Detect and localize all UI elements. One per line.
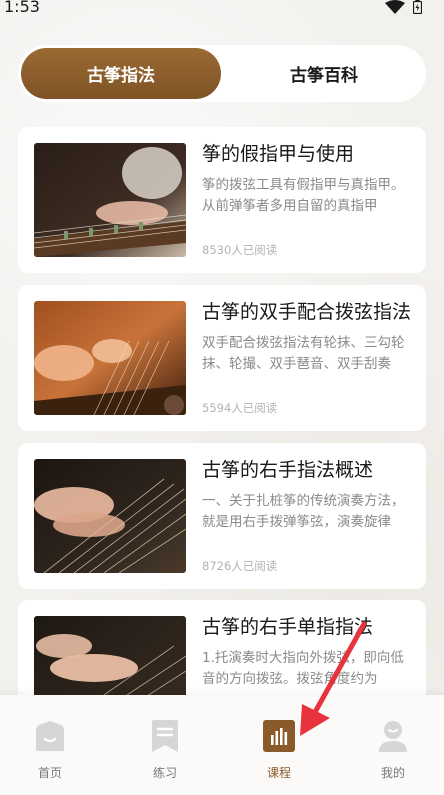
nav-profile[interactable]: 我的 — [353, 719, 433, 783]
article-thumbnail — [34, 301, 186, 415]
status-time: 1:53 — [4, 0, 40, 16]
nav-course-label: 课程 — [266, 766, 291, 780]
home-icon — [36, 721, 64, 751]
article-title: 古筝的右手单指指法 — [202, 616, 374, 638]
nav-course[interactable]: 课程 — [239, 719, 319, 783]
nav-home[interactable]: 首页 — [10, 719, 90, 783]
battery-icon — [413, 0, 422, 14]
article-card[interactable]: 古筝的右手指法概述 一、关于扎桩筝的传统演奏方法，就是用右手拨弹筝弦，演奏旋律 … — [18, 443, 426, 589]
profile-icon — [379, 721, 407, 752]
article-description: 1.托演奏时大指向外拨弦，即向低音的方向拨弦。拨弦角度约为 — [202, 650, 404, 687]
article-read-count: 8726人已阅读 — [202, 559, 278, 573]
bookmark-icon — [152, 720, 178, 752]
article-thumbnail — [34, 459, 186, 573]
article-thumbnail — [34, 143, 186, 257]
article-card[interactable]: 筝的假指甲与使用 筝的拨弦工具有假指甲与真指甲。从前弹筝者多用自留的真指甲 85… — [18, 127, 426, 273]
course-chart-icon — [263, 720, 295, 752]
bottom-navigation: 首页 练习 课程 我的 — [0, 695, 444, 795]
article-card[interactable]: 古筝的双手配合拨弦指法 双手配合拨弦指法有轮抹、三勾轮抹、轮撮、双手琶音、双手刮… — [18, 285, 426, 431]
article-description: 筝的拨弦工具有假指甲与真指甲。从前弹筝者多用自留的真指甲 — [202, 177, 405, 214]
tab-guzheng-encyclopedia[interactable]: 古筝百科 — [226, 48, 422, 99]
tab-guzheng-fingering[interactable]: 古筝指法 — [21, 48, 221, 99]
nav-profile-label: 我的 — [380, 766, 405, 780]
nav-practice-label: 练习 — [152, 766, 177, 780]
status-icons — [385, 0, 422, 14]
nav-home-label: 首页 — [37, 766, 62, 780]
article-title: 古筝的右手指法概述 — [202, 459, 374, 481]
nav-practice[interactable]: 练习 — [125, 719, 205, 783]
article-read-count: 5594人已阅读 — [202, 401, 278, 415]
article-title: 筝的假指甲与使用 — [202, 143, 355, 165]
article-description: 双手配合拨弦指法有轮抹、三勾轮抹、轮撮、双手琶音、双手刮奏 — [202, 335, 405, 372]
category-tabs: 古筝指法 古筝百科 — [18, 45, 426, 102]
article-title: 古筝的双手配合拨弦指法 — [202, 301, 412, 323]
article-read-count: 8530人已阅读 — [202, 243, 278, 257]
article-description: 一、关于扎桩筝的传统演奏方法，就是用右手拨弹筝弦，演奏旋律 — [202, 493, 405, 530]
status-bar: 1:53 — [0, 0, 444, 18]
wifi-icon — [385, 0, 405, 14]
